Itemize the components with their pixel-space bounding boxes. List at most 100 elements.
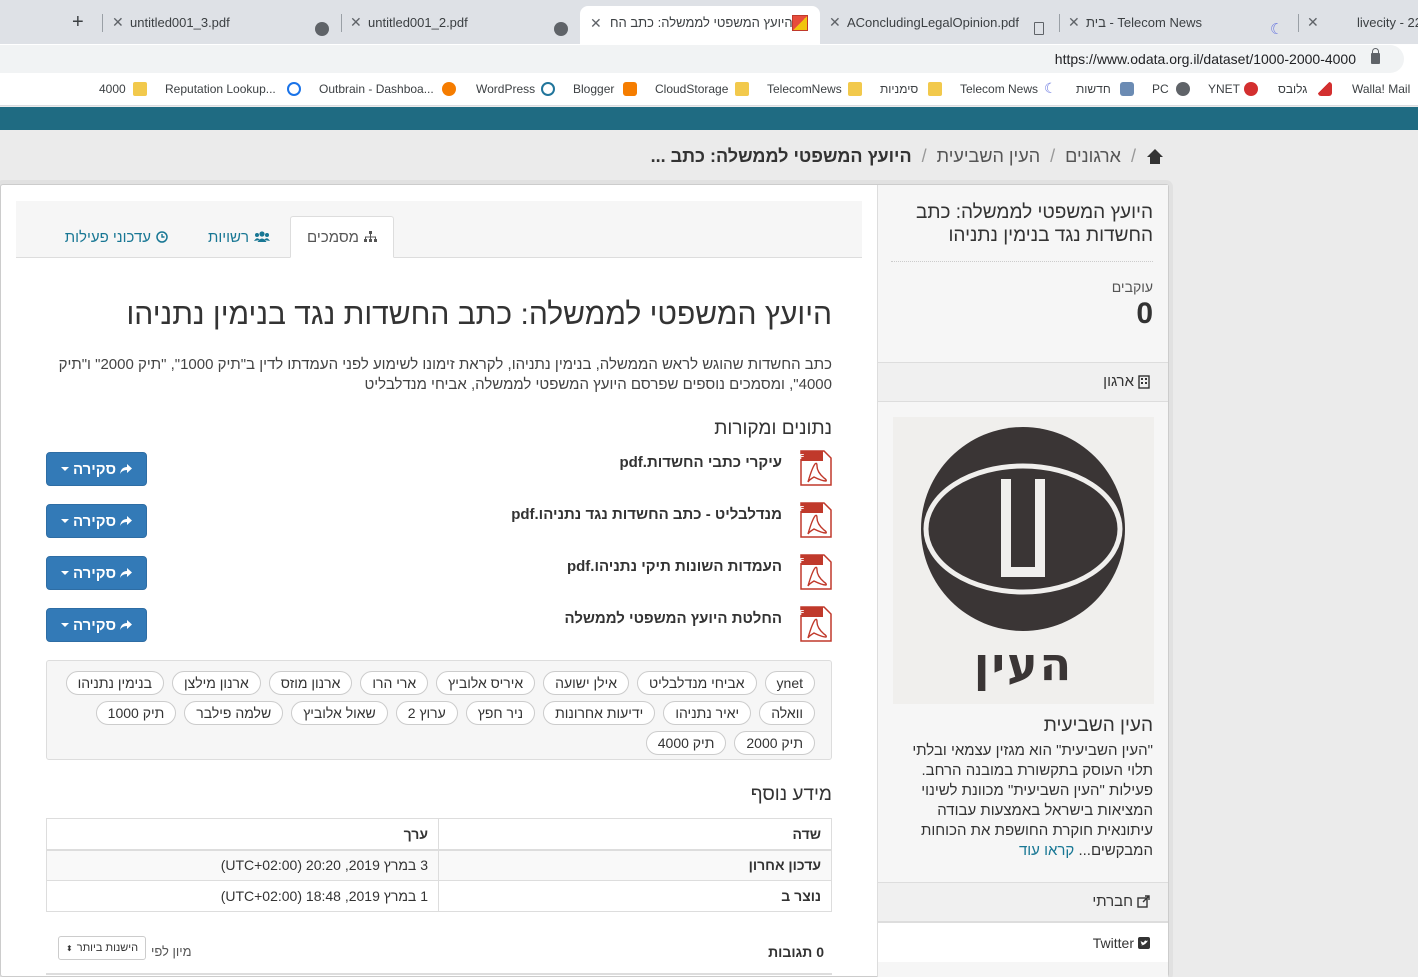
address-bar[interactable]: https://www.odata.org.il/dataset/1000-20…: [0, 45, 1404, 73]
explore-button-label: סקירה: [72, 512, 117, 530]
tag-pill[interactable]: ארנון מוזס: [268, 671, 353, 695]
sort-dropdown-value: הישנות ביותר: [76, 942, 139, 954]
moon-icon: ☾: [1044, 80, 1057, 96]
bookmark-item[interactable]: Walla! Mail: [1352, 82, 1410, 96]
tag-pill[interactable]: אילן ישועה: [543, 671, 630, 695]
sitemap-icon: [364, 231, 377, 242]
bookmark-item[interactable]: Outbrain - Dashboa...: [319, 82, 434, 96]
twitter-share[interactable]: Twitter: [878, 922, 1168, 962]
resources-heading: נתונים ומקורות: [714, 418, 832, 439]
close-icon[interactable]: ✕: [1307, 14, 1319, 31]
tab-activity-label: עדכוני פעילות: [64, 228, 151, 246]
tag-pill[interactable]: בנימין נתניהו: [65, 671, 164, 695]
breadcrumb-organizations[interactable]: ארגונים: [1065, 146, 1121, 167]
additional-info-heading: מידע נוסף: [750, 784, 832, 805]
tag-pill[interactable]: איריס אלוביץ: [436, 671, 536, 695]
organization-logo[interactable]: העין השביעית: [893, 417, 1154, 704]
tag-pill[interactable]: תיק 2000: [734, 731, 815, 755]
close-icon[interactable]: ✕: [350, 14, 362, 31]
browser-tab[interactable]: ✕ untitled001_2.pdf: [343, 8, 579, 38]
tag-pill[interactable]: תיק 4000: [645, 731, 727, 755]
bookmark-item[interactable]: YNET: [1208, 82, 1240, 96]
comments-count: 0 תגובות: [768, 944, 824, 960]
url-text: https://www.odata.org.il/dataset/1000-20…: [1054, 51, 1356, 67]
bookmark-item[interactable]: גלובס: [1278, 82, 1307, 96]
tag-pill[interactable]: ערוץ 2: [395, 701, 458, 725]
tag-pill[interactable]: ארי הרו: [360, 671, 429, 695]
bookmark-item[interactable]: PC: [1152, 82, 1169, 96]
browser-tab-active[interactable]: ✕ היועץ המשפטי לממשלה: כתב הח: [580, 6, 820, 44]
tab-title: untitled001_2.pdf: [368, 15, 468, 30]
bookmark-item[interactable]: חדשות: [1076, 82, 1111, 96]
read-more-link[interactable]: קראו עוד: [1019, 842, 1074, 859]
bookmark-item[interactable]: Reputation Lookup...: [165, 82, 276, 96]
tag-pill[interactable]: יאיר נתניהו: [663, 701, 752, 725]
table-row: עדכון אחרון 3 במרץ 2019, 20:20 (UTC+02:0…: [46, 849, 832, 881]
breadcrumb: / ארגונים / העין השביעית / היועץ המשפטי …: [651, 146, 1164, 167]
browser-tab[interactable]: ✕ untitled001_3.pdf: [104, 8, 340, 38]
browser-tab[interactable]: ✕ בית - Telecom News ☾: [1061, 8, 1297, 38]
close-icon[interactable]: ✕: [1068, 14, 1080, 31]
divider: [46, 973, 832, 975]
bookmark-item[interactable]: 4000: [99, 82, 126, 96]
caret-down-icon: [60, 623, 69, 627]
social-heading-label: חברתי: [1092, 893, 1133, 910]
table-cell-value: 1 במרץ 2019, 18:48 (UTC+02:00): [46, 880, 439, 912]
tag-pill[interactable]: אביחי מנדלבליט: [637, 671, 757, 695]
bookmark-item[interactable]: TelecomNews: [767, 82, 842, 96]
breadcrumb-organization[interactable]: העין השביעית: [937, 146, 1040, 167]
resource-item: PDF החלטת היועץ המשפטי לממשלה סקירה: [46, 606, 832, 644]
tag-pill[interactable]: ארנון מילצן: [171, 671, 261, 695]
breadcrumb-current[interactable]: היועץ המשפטי לממשלה: כתב ...: [651, 146, 912, 167]
lock-icon[interactable]: [1371, 48, 1380, 64]
close-icon[interactable]: ✕: [829, 14, 841, 31]
tag-pill[interactable]: ידיעות אחרונות: [543, 701, 656, 725]
tab-activity[interactable]: עדכוני פעילות: [49, 216, 184, 258]
tab-title: untitled001_3.pdf: [130, 15, 230, 30]
tag-pill[interactable]: וואלה: [759, 701, 815, 725]
tag-pill[interactable]: שלמה פילבר: [184, 701, 284, 725]
table-cell-value: 3 במרץ 2019, 20:20 (UTC+02:00): [46, 849, 439, 881]
news-icon: [1120, 82, 1134, 96]
resource-item: PDF עיקרי כתבי החשדות.pdf סקירה: [46, 450, 832, 488]
share-arrow-icon: [120, 515, 133, 526]
resource-title[interactable]: העמדות השונות תיקי נתניהו.pdf: [567, 558, 782, 575]
twitter-label: Twitter: [1092, 935, 1134, 951]
close-icon[interactable]: ✕: [112, 14, 124, 31]
organization-heading-label: ארגון: [1103, 373, 1134, 390]
explore-button-label: סקירה: [72, 616, 117, 634]
explore-button[interactable]: סקירה: [46, 608, 147, 642]
explore-button[interactable]: סקירה: [46, 504, 147, 538]
share-arrow-icon: [120, 619, 133, 630]
tag-pill[interactable]: ניר חפץ: [465, 701, 536, 725]
resource-title[interactable]: מנדלבליט - כתב החשדות נגד נתניהו.pdf: [511, 506, 782, 523]
sort-dropdown[interactable]: הישנות ביותר ⬍: [58, 936, 147, 960]
tab-groups[interactable]: רשויות: [192, 216, 286, 258]
tag-pill[interactable]: תיק 1000: [95, 701, 177, 725]
new-tab-icon[interactable]: +: [72, 11, 84, 34]
breadcrumb-separator: /: [1050, 146, 1056, 166]
explore-button[interactable]: סקירה: [46, 556, 147, 590]
resource-title[interactable]: עיקרי כתבי החשדות.pdf: [619, 454, 782, 471]
bookmark-item[interactable]: Telecom News: [960, 82, 1038, 96]
globes-icon: [1318, 82, 1332, 96]
sort-label: מיון לפי: [151, 944, 192, 959]
browser-tab[interactable]: ✕ livecity - 22: [1300, 8, 1418, 38]
resource-title[interactable]: החלטת היועץ המשפטי לממשלה: [564, 610, 782, 627]
bookmark-item[interactable]: CloudStorage: [655, 82, 728, 96]
explore-button[interactable]: סקירה: [46, 452, 147, 486]
tag-pill[interactable]: ynet: [764, 671, 815, 695]
tab-datasets[interactable]: מסמכים: [290, 216, 394, 258]
resource-item: PDF מנדלבליט - כתב החשדות נגד נתניהו.pdf…: [46, 502, 832, 540]
column-header-field: שדה: [438, 818, 832, 851]
bookmark-item[interactable]: סימניות: [880, 82, 918, 96]
bookmark-item[interactable]: WordPress: [476, 82, 535, 96]
folder-icon: [848, 82, 862, 96]
tab-separator: [341, 14, 342, 32]
bookmark-item[interactable]: Blogger: [573, 82, 614, 96]
organization-name[interactable]: העין השביעית: [1044, 715, 1153, 737]
home-icon[interactable]: [1146, 148, 1164, 165]
browser-tab[interactable]: ✕ AConcludingLegalOpinion.pdf: [822, 8, 1058, 38]
close-icon[interactable]: ✕: [590, 15, 602, 32]
tag-pill[interactable]: שאול אלוביץ: [291, 701, 388, 725]
